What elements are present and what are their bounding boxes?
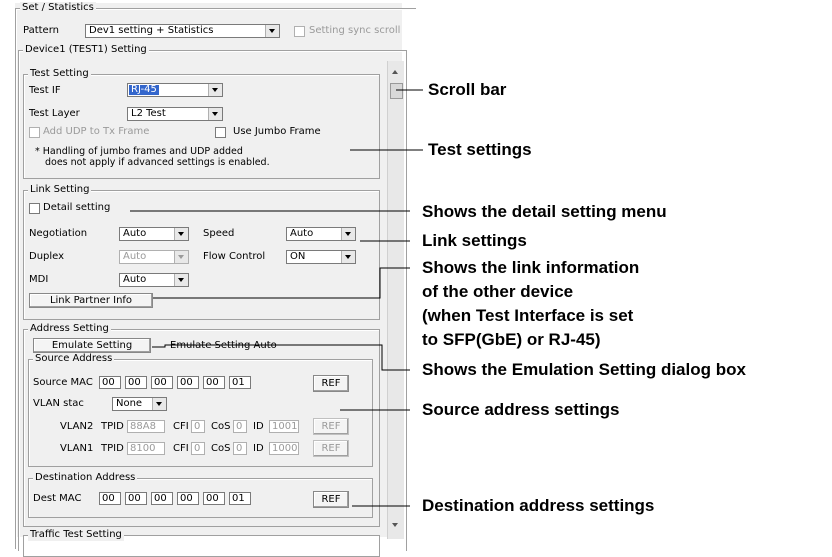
callout-lines [130, 89, 423, 507]
callout-link-info-3: (when Test Interface is set [422, 306, 634, 325]
traffic-test-group: Traffic Test Setting [23, 529, 380, 557]
link-info-leader [153, 267, 410, 299]
callout-link-info-1: Shows the link information [422, 258, 640, 277]
callout-source-address: Source address settings [422, 400, 620, 419]
callout-emulation-dialog: Shows the Emulation Setting dialog box [422, 360, 746, 379]
callout-link-info-2: of the other device [422, 282, 574, 301]
callout-scroll-bar: Scroll bar [428, 80, 507, 99]
callout-test-settings: Test settings [428, 140, 532, 159]
callout-destination-address: Destination address settings [422, 496, 655, 515]
callout-link-info-4: to SFP(GbE) or RJ-45) [422, 330, 601, 349]
callout-link-settings: Link settings [422, 231, 527, 250]
emulation-leader [152, 344, 410, 371]
callout-detail-menu: Shows the detail setting menu [422, 202, 667, 221]
